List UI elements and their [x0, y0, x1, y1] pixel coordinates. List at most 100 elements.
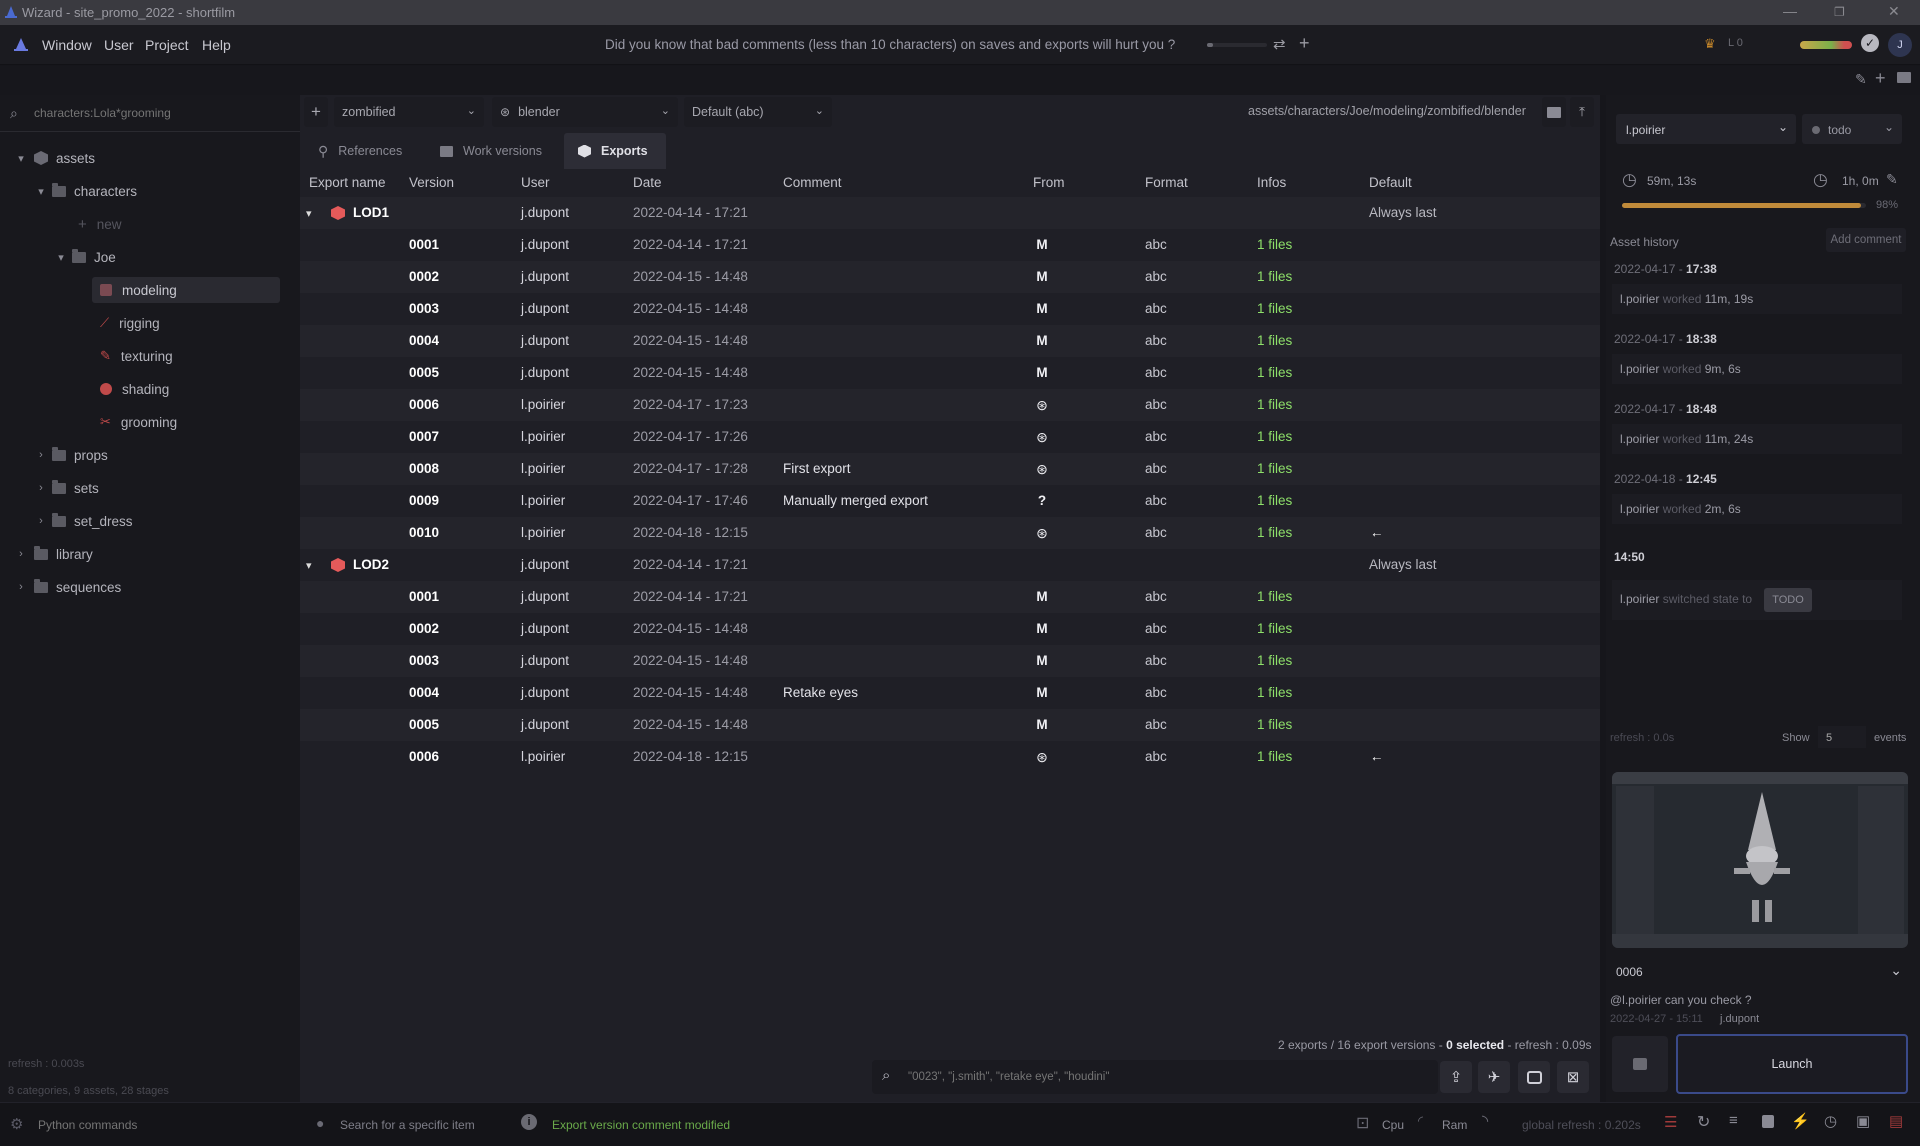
- close-icon[interactable]: ✕: [1888, 3, 1900, 20]
- header-version[interactable]: Version: [409, 169, 454, 197]
- launch-button[interactable]: Launch: [1676, 1034, 1908, 1094]
- notification-icon[interactable]: ▤: [1889, 1112, 1903, 1130]
- export-version-row[interactable]: 0001 j.dupont 2022-04-14 - 17:21 Mabc 1 file…: [300, 581, 1600, 613]
- export-version-row[interactable]: 0005 j.dupont 2022-04-15 - 14:48 Mabc 1 file…: [300, 709, 1600, 741]
- tree-item-texturing[interactable]: ✎ texturing: [100, 343, 173, 369]
- header-default[interactable]: Default: [1369, 169, 1412, 197]
- export-version-row[interactable]: 0006 l.poirier 2022-04-17 - 17:23 ⊛ abc 1 fil…: [300, 389, 1600, 421]
- manual-export-button[interactable]: ⤒: [1570, 97, 1594, 127]
- open-folder-button[interactable]: [1542, 97, 1566, 127]
- minimize-icon[interactable]: —: [1783, 3, 1797, 19]
- header-infos[interactable]: Infos: [1257, 169, 1286, 197]
- version-files-link[interactable]: 1 files: [1257, 453, 1292, 485]
- user-avatar[interactable]: J: [1888, 33, 1912, 57]
- variant-select[interactable]: zombified ⌄: [334, 97, 484, 127]
- tab-work-versions[interactable]: Work versions: [432, 133, 552, 169]
- export-version-row[interactable]: 0010 l.poirier 2022-04-18 - 12:15 ⊛ abc 1 fil…: [300, 517, 1600, 549]
- version-files-link[interactable]: 1 files: [1257, 485, 1292, 517]
- version-files-link[interactable]: 1 files: [1257, 389, 1292, 421]
- tab-references[interactable]: ⚲ References: [310, 133, 420, 169]
- export-version-row[interactable]: 0003 j.dupont 2022-04-15 - 14:48 Mabc 1 file…: [300, 645, 1600, 677]
- version-files-link[interactable]: 1 files: [1257, 325, 1292, 357]
- version-files-link[interactable]: 1 files: [1257, 261, 1292, 293]
- tree-item-new[interactable]: + new: [78, 211, 122, 237]
- state-select[interactable]: todo ⌄: [1802, 114, 1902, 144]
- version-files-link[interactable]: 1 files: [1257, 613, 1292, 645]
- export-format-select[interactable]: Default (abc) ⌄: [684, 97, 832, 127]
- version-files-link[interactable]: 1 files: [1257, 293, 1292, 325]
- tree-item-modeling[interactable]: modeling: [92, 277, 280, 303]
- python-command-input[interactable]: [38, 1116, 258, 1134]
- tree-item-library[interactable]: › library: [14, 541, 93, 567]
- export-version-select[interactable]: 0006 ⌄: [1612, 958, 1908, 984]
- feed-icon[interactable]: ☰: [1664, 1113, 1677, 1131]
- tree-item-rigging[interactable]: ⟋ rigging: [100, 310, 160, 336]
- version-files-link[interactable]: 1 files: [1257, 709, 1292, 741]
- chevron-down-icon[interactable]: ▾: [306, 207, 312, 220]
- export-group-row[interactable]: ▾ LOD1 j.dupont 2022-04-14 - 17:21 Always la…: [300, 197, 1600, 229]
- pencil-icon[interactable]: ✎: [1855, 71, 1867, 88]
- tab-exports[interactable]: Exports: [564, 133, 666, 169]
- add-variant-button[interactable]: +: [304, 97, 328, 127]
- restore-icon[interactable]: ❐: [1834, 5, 1845, 19]
- toggle-view-button[interactable]: [1518, 1061, 1550, 1093]
- shuffle-icon[interactable]: ⇄: [1273, 35, 1286, 53]
- export-version-row[interactable]: 0005 j.dupont 2022-04-15 - 14:48 Mabc 1 file…: [300, 357, 1600, 389]
- export-version-row[interactable]: 0003 j.dupont 2022-04-15 - 14:48 Mabc 1 file…: [300, 293, 1600, 325]
- version-files-link[interactable]: 1 files: [1257, 581, 1292, 613]
- show-count-input[interactable]: 5: [1818, 726, 1866, 748]
- export-group-default[interactable]: Always last: [1369, 197, 1437, 229]
- assignee-select[interactable]: l.poirier ⌄: [1616, 114, 1796, 144]
- export-version-row[interactable]: 0002 j.dupont 2022-04-15 - 14:48 Mabc 1 file…: [300, 613, 1600, 645]
- header-comment[interactable]: Comment: [783, 169, 842, 197]
- export-group-default[interactable]: Always last: [1369, 549, 1437, 581]
- header-date[interactable]: Date: [633, 169, 662, 197]
- export-group-row[interactable]: ▾ LOD2 j.dupont 2022-04-14 - 17:21 Always la…: [300, 549, 1600, 581]
- export-version-row[interactable]: 0001 j.dupont 2022-04-14 - 17:21 Mabc 1 file…: [300, 229, 1600, 261]
- version-files-link[interactable]: 1 files: [1257, 645, 1292, 677]
- layout-icon[interactable]: ▣: [1856, 1112, 1870, 1130]
- menu-project[interactable]: Project: [145, 37, 189, 53]
- add-tip-icon[interactable]: +: [1299, 33, 1310, 54]
- upload-button[interactable]: ⇪: [1440, 1061, 1472, 1093]
- version-files-link[interactable]: 1 files: [1257, 741, 1292, 773]
- version-files-link[interactable]: 1 files: [1257, 357, 1292, 389]
- tree-item-props[interactable]: › props: [34, 442, 108, 468]
- tree-item-shading[interactable]: shading: [100, 376, 169, 402]
- export-version-row[interactable]: 0004 j.dupont 2022-04-15 - 14:48 Mabc 1 file…: [300, 325, 1600, 357]
- header-export-name[interactable]: Export name: [309, 169, 386, 197]
- chevron-down-icon[interactable]: ▾: [306, 559, 312, 572]
- tree-item-sequences[interactable]: › sequences: [14, 574, 121, 600]
- version-files-link[interactable]: 1 files: [1257, 229, 1292, 261]
- version-files-link[interactable]: 1 files: [1257, 421, 1292, 453]
- tree-search-input[interactable]: [34, 103, 284, 123]
- export-version-row[interactable]: 0009 l.poirier 2022-04-17 - 17:46 Manually …: [300, 485, 1600, 517]
- add-comment-button[interactable]: Add comment: [1826, 228, 1906, 252]
- version-files-link[interactable]: 1 files: [1257, 677, 1292, 709]
- menu-help[interactable]: Help: [202, 37, 231, 53]
- clear-button[interactable]: ⊠: [1557, 1061, 1589, 1093]
- export-search-input[interactable]: [908, 1068, 1338, 1086]
- tree-item-joe[interactable]: ▾ Joe: [54, 244, 116, 270]
- export-version-row[interactable]: 0007 l.poirier 2022-04-17 - 17:26 ⊛ abc 1 fil…: [300, 421, 1600, 453]
- refresh-icon[interactable]: ↻: [1697, 1112, 1710, 1132]
- lock-button[interactable]: [1612, 1036, 1668, 1092]
- settings-sliders-icon[interactable]: ≡: [1729, 1112, 1738, 1129]
- software-select[interactable]: ⊛ blender ⌄: [492, 97, 678, 127]
- tree-item-assets[interactable]: ▾ assets: [14, 145, 95, 171]
- export-version-row[interactable]: 0008 l.poirier 2022-04-17 - 17:28 First exp…: [300, 453, 1600, 485]
- add-icon[interactable]: +: [1875, 68, 1886, 89]
- tree-item-sets[interactable]: › sets: [34, 475, 99, 501]
- version-files-link[interactable]: 1 files: [1257, 517, 1292, 549]
- folder-icon[interactable]: [1897, 72, 1911, 83]
- run-icon[interactable]: ⚡: [1791, 1112, 1810, 1130]
- export-version-row[interactable]: 0006 l.poirier 2022-04-18 - 12:15 ⊛ abc 1 fil…: [300, 741, 1600, 773]
- header-from[interactable]: From: [1033, 169, 1065, 197]
- launch-export-button[interactable]: ✈: [1478, 1061, 1510, 1093]
- header-user[interactable]: User: [521, 169, 550, 197]
- tree-item-grooming[interactable]: ✂ grooming: [100, 409, 177, 435]
- pencil-icon[interactable]: ✎: [1886, 171, 1898, 188]
- export-version-row[interactable]: 0002 j.dupont 2022-04-15 - 14:48 Mabc 1 file…: [300, 261, 1600, 293]
- menu-user[interactable]: User: [104, 37, 134, 53]
- tree-item-set-dress[interactable]: › set_dress: [34, 508, 133, 534]
